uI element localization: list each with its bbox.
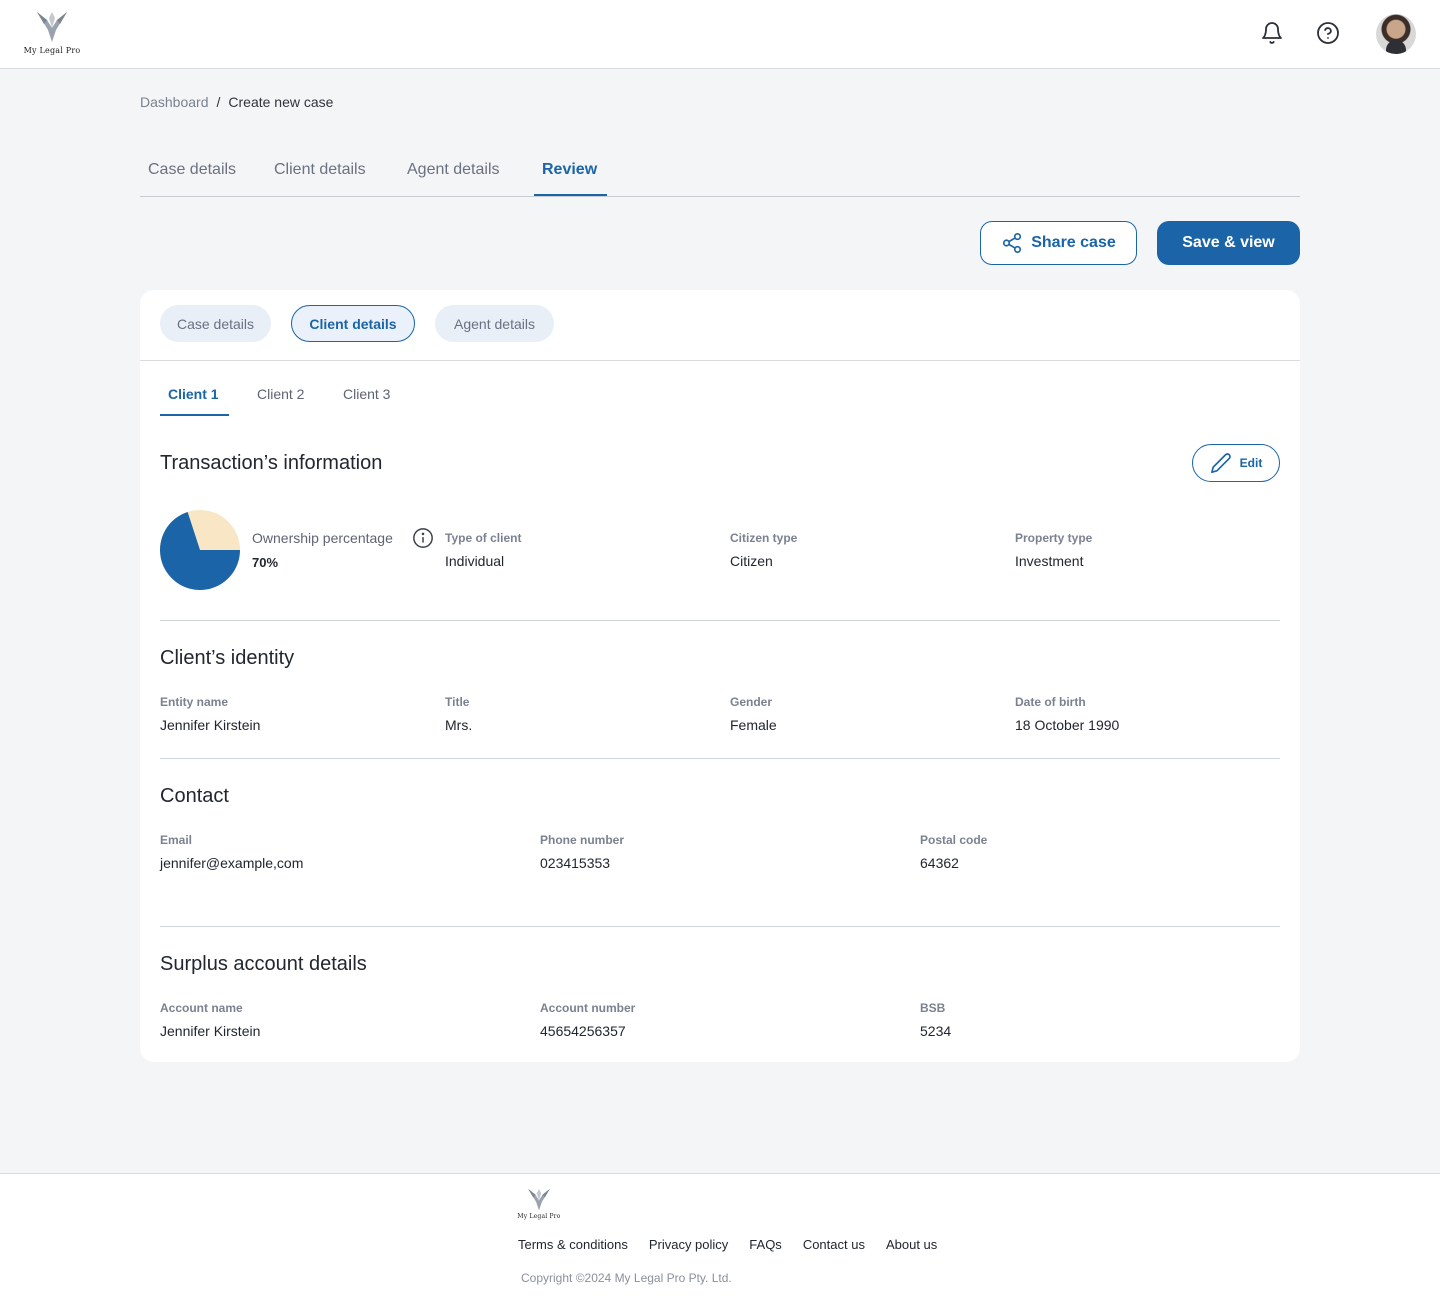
account-name-field: Account name Jennifer Kirstein xyxy=(160,1001,260,1039)
contact-section-title: Contact xyxy=(160,785,229,807)
property-type-field: Property type Investment xyxy=(1015,531,1092,569)
edit-label: Edit xyxy=(1239,456,1263,470)
field-label: Property type xyxy=(1015,531,1093,545)
footer: My Legal Pro Terms & conditions Privacy … xyxy=(0,1173,1440,1302)
share-case-button[interactable]: Share case xyxy=(980,221,1137,265)
field-value: Individual xyxy=(445,553,505,569)
breadcrumb-current: Create new case xyxy=(228,94,334,110)
section-divider xyxy=(160,758,1280,759)
review-card: Case details Client details Agent detail… xyxy=(140,290,1300,1062)
main-tabs: Case details Client details Agent detail… xyxy=(140,150,1300,197)
tab-case-details[interactable]: Case details xyxy=(148,161,236,179)
identity-section-title: Client’s identity xyxy=(160,647,295,669)
active-client-tab-indicator xyxy=(160,414,229,416)
avatar[interactable] xyxy=(1376,14,1416,54)
active-tab-indicator xyxy=(534,194,607,196)
logo-text: My Legal Pro xyxy=(517,1213,561,1220)
help-circle-icon[interactable] xyxy=(1315,20,1341,46)
pill-case-details[interactable]: Case details xyxy=(160,305,271,342)
save-and-view-button[interactable]: Save & view xyxy=(1157,221,1300,265)
info-icon[interactable] xyxy=(412,527,434,549)
pill-client-details[interactable]: Client details xyxy=(291,305,415,342)
footer-link-about[interactable]: About us xyxy=(886,1237,937,1252)
ownership-label: Ownership percentage xyxy=(252,530,393,546)
field-value: 023415353 xyxy=(540,855,611,871)
field-value: Female xyxy=(730,717,777,733)
field-value: Jennifer Kirstein xyxy=(160,717,261,733)
share-case-label: Share case xyxy=(1031,234,1116,251)
footer-links: Terms & conditions Privacy policy FAQs C… xyxy=(518,1237,937,1252)
tab-client-3[interactable]: Client 3 xyxy=(343,386,390,402)
gender-field: Gender Female xyxy=(730,695,777,733)
tab-client-2[interactable]: Client 2 xyxy=(257,386,304,402)
title-field: Title Mrs. xyxy=(445,695,472,733)
surplus-section-title: Surplus account details xyxy=(160,953,367,975)
type-of-client-field: Type of client Individual xyxy=(445,531,521,569)
postal-code-field: Postal code 64362 xyxy=(920,833,987,871)
field-label: Postal code xyxy=(920,833,988,847)
phone-number-field: Phone number 023415353 xyxy=(540,833,624,871)
breadcrumb: Dashboard / Create new case xyxy=(140,94,333,110)
field-value: Investment xyxy=(1015,553,1084,569)
tab-client-details[interactable]: Client details xyxy=(274,161,366,179)
brand-logo[interactable]: My Legal Pro xyxy=(22,8,82,62)
field-label: Gender xyxy=(730,695,773,709)
transaction-section-title: Transaction’s information xyxy=(160,452,383,474)
pill-agent-details[interactable]: Agent details xyxy=(435,305,554,342)
ownership-value: 70% xyxy=(252,555,279,570)
footer-link-terms[interactable]: Terms & conditions xyxy=(518,1237,628,1252)
card-divider xyxy=(140,360,1300,361)
field-label: Entity name xyxy=(160,695,229,709)
footer-link-privacy[interactable]: Privacy policy xyxy=(649,1237,728,1252)
field-value: jennifer@example,com xyxy=(160,855,304,871)
top-bar: My Legal Pro xyxy=(0,0,1440,69)
field-value: Mrs. xyxy=(445,717,473,733)
bsb-field: BSB 5234 xyxy=(920,1001,951,1039)
field-value: Jennifer Kirstein xyxy=(160,1023,261,1039)
field-label: Title xyxy=(445,695,470,709)
field-label: Phone number xyxy=(540,833,625,847)
tab-client-1[interactable]: Client 1 xyxy=(168,386,219,402)
tab-review[interactable]: Review xyxy=(542,161,597,179)
edit-button[interactable]: Edit xyxy=(1192,444,1280,482)
section-divider xyxy=(160,926,1280,927)
breadcrumb-separator: / xyxy=(216,94,221,110)
pencil-icon xyxy=(1210,453,1231,473)
field-label: Citizen type xyxy=(730,531,798,545)
share-icon xyxy=(1003,233,1022,253)
tab-agent-details[interactable]: Agent details xyxy=(407,161,500,179)
phoenix-logo-icon xyxy=(528,1188,550,1211)
section-divider xyxy=(160,620,1280,621)
field-label: Email xyxy=(160,833,193,847)
logo-text: My Legal Pro xyxy=(23,46,81,55)
field-label: Account name xyxy=(160,1001,243,1015)
bell-icon[interactable] xyxy=(1259,20,1285,46)
field-value: 45654256357 xyxy=(540,1023,626,1039)
citizen-type-field: Citizen type Citizen xyxy=(730,531,797,569)
field-value: 18 October 1990 xyxy=(1015,717,1120,733)
field-value: Citizen xyxy=(730,553,773,569)
field-label: Type of client xyxy=(445,531,522,545)
ownership-pie-chart xyxy=(160,510,240,590)
field-value: 5234 xyxy=(920,1023,952,1039)
field-label: BSB xyxy=(920,1001,946,1015)
field-label: Account number xyxy=(540,1001,636,1015)
footer-link-contact[interactable]: Contact us xyxy=(803,1237,865,1252)
breadcrumb-dashboard-link[interactable]: Dashboard xyxy=(140,94,209,110)
email-field: Email jennifer@example,com xyxy=(160,833,303,871)
footer-link-faqs[interactable]: FAQs xyxy=(749,1237,782,1252)
field-value: 64362 xyxy=(920,855,959,871)
footer-logo[interactable]: My Legal Pro xyxy=(516,1186,562,1226)
field-label: Date of birth xyxy=(1015,695,1086,709)
copyright-text: Copyright ©2024 My Legal Pro Pty. Ltd. xyxy=(521,1271,732,1285)
entity-name-field: Entity name Jennifer Kirstein xyxy=(160,695,260,733)
account-number-field: Account number 45654256357 xyxy=(540,1001,635,1039)
date-of-birth-field: Date of birth 18 October 1990 xyxy=(1015,695,1119,733)
phoenix-logo-icon xyxy=(37,12,67,42)
